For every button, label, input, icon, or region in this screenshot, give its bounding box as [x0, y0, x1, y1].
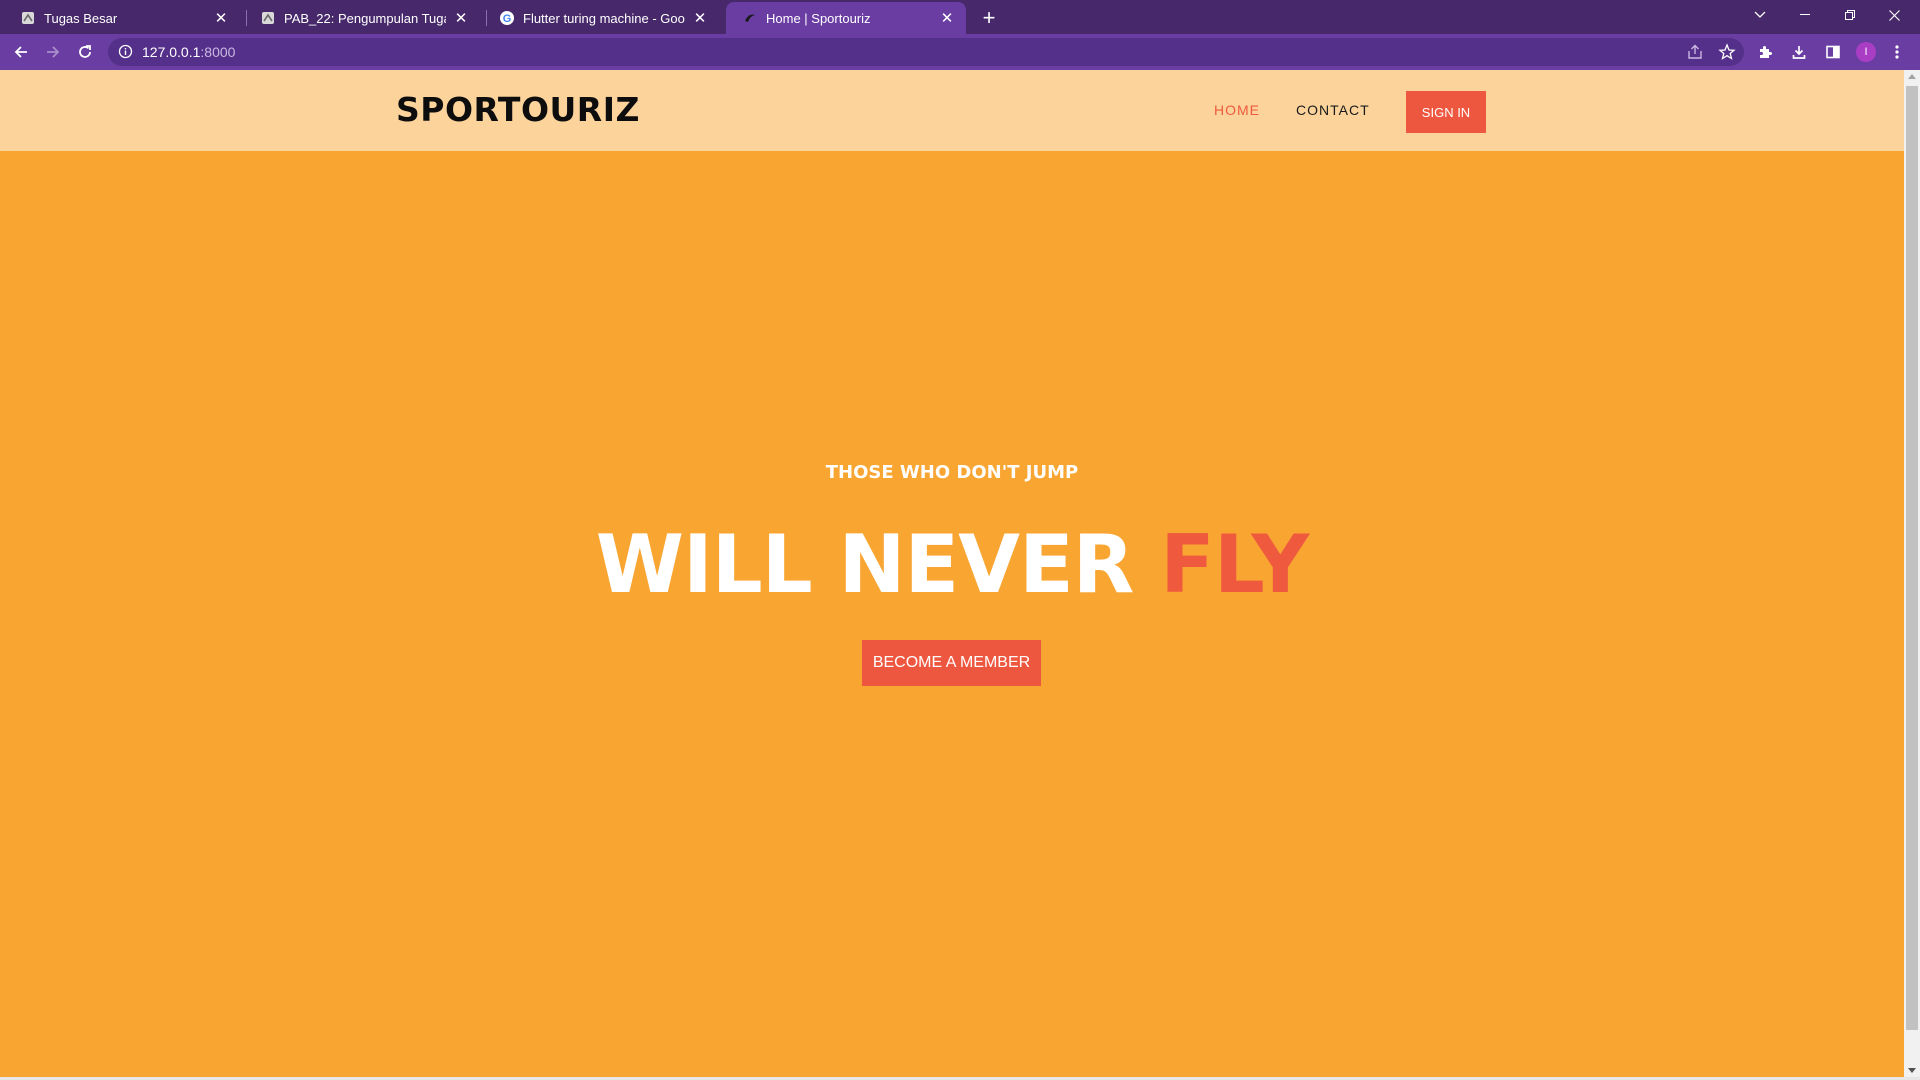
tab-pab-22[interactable]: PAB_22: Pengumpulan Tugas Bes ✕ — [244, 2, 480, 34]
site-info-icon[interactable] — [118, 44, 133, 64]
hero-headline: WILL NEVER FLY — [0, 518, 1904, 611]
google-icon: G — [499, 10, 515, 26]
tab-flutter-search[interactable]: G Flutter turing machine - Google S ✕ — [483, 2, 719, 34]
kebab-menu-icon[interactable] — [1882, 37, 1912, 67]
moodle-icon — [20, 10, 36, 26]
tab-tugas-besar[interactable]: Tugas Besar ✕ — [4, 2, 240, 34]
close-tab-icon[interactable]: ✕ — [938, 9, 956, 27]
forward-icon[interactable] — [38, 37, 68, 67]
minimize-icon[interactable] — [1782, 0, 1827, 30]
tab-title: Home | Sportouriz — [766, 10, 871, 26]
side-panel-icon[interactable] — [1818, 37, 1848, 67]
become-member-button[interactable]: BECOME A MEMBER — [862, 640, 1041, 686]
browser-tab-strip: Tugas Besar ✕ PAB_22: Pengumpulan Tugas … — [0, 0, 1920, 34]
scroll-up-arrow-icon[interactable] — [1908, 74, 1916, 79]
new-tab-button[interactable]: + — [975, 4, 1003, 32]
hero-section: THOSE WHO DON'T JUMP WILL NEVER FLY BECO… — [0, 151, 1904, 1077]
sportouriz-icon — [742, 10, 758, 26]
back-icon[interactable] — [6, 37, 36, 67]
share-icon[interactable] — [1686, 43, 1704, 66]
address-bar[interactable]: 127.0.0.1:8000 — [108, 38, 1744, 66]
sign-in-button[interactable]: SIGN IN — [1406, 91, 1486, 133]
nav-contact-link[interactable]: CONTACT — [1296, 102, 1370, 118]
tab-sportouriz[interactable]: Home | Sportouriz ✕ — [726, 2, 966, 34]
profile-avatar[interactable]: I — [1856, 42, 1876, 62]
url-text: 127.0.0.1:8000 — [142, 44, 236, 60]
moodle-icon — [260, 10, 276, 26]
extensions-icon[interactable] — [1750, 37, 1780, 67]
close-tab-icon[interactable]: ✕ — [691, 9, 709, 27]
tab-search-icon[interactable] — [1737, 0, 1782, 30]
headline-accent: FLY — [1160, 518, 1309, 611]
site-header: SPORTOURIZ HOME CONTACT SIGN IN — [0, 70, 1904, 151]
tab-title: Flutter turing machine - Google S — [523, 10, 685, 26]
close-tab-icon[interactable]: ✕ — [212, 9, 230, 27]
tab-title: PAB_22: Pengumpulan Tugas Bes — [284, 10, 446, 26]
scroll-thumb[interactable] — [1906, 86, 1918, 1030]
tab-title: Tugas Besar — [44, 10, 118, 26]
bookmark-star-icon[interactable] — [1718, 43, 1736, 66]
scroll-down-arrow-icon[interactable] — [1908, 1068, 1916, 1073]
close-window-icon[interactable] — [1872, 0, 1917, 30]
restore-icon[interactable] — [1827, 0, 1872, 30]
page-scrollbar[interactable] — [1904, 70, 1920, 1077]
headline-main: WILL NEVER — [595, 518, 1135, 611]
svg-text:G: G — [503, 13, 512, 25]
hero-kicker: THOSE WHO DON'T JUMP — [825, 462, 1079, 483]
nav-home-link[interactable]: HOME — [1214, 102, 1260, 118]
browser-toolbar: 127.0.0.1:8000 I — [0, 34, 1920, 70]
download-icon[interactable] — [1784, 37, 1814, 67]
site-logo[interactable]: SPORTOURIZ — [396, 90, 640, 129]
reload-icon[interactable] — [70, 37, 100, 67]
close-tab-icon[interactable]: ✕ — [452, 9, 470, 27]
